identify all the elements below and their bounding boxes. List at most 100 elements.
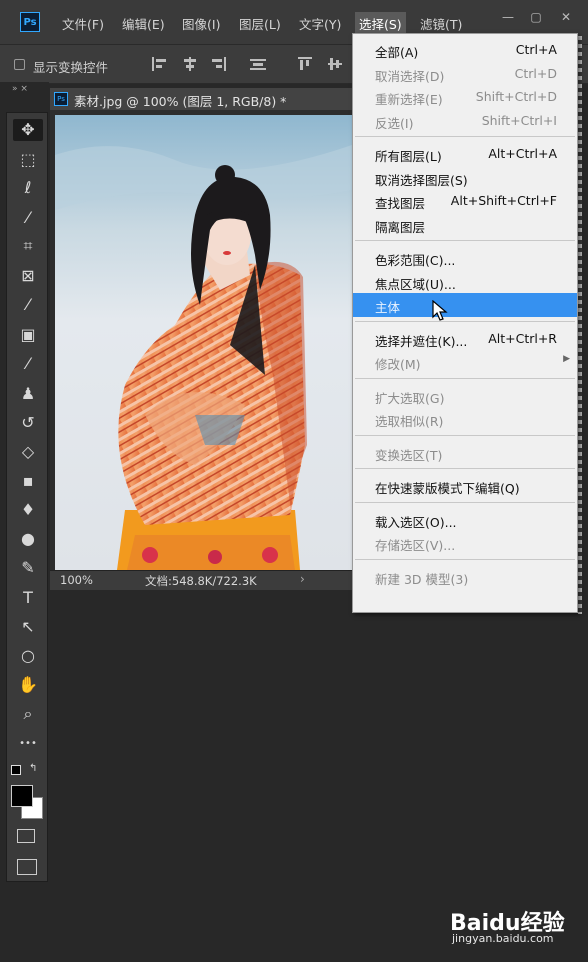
frame-tool-icon[interactable]: ⊠ (13, 265, 43, 287)
pen-tool-icon[interactable]: ✎ (13, 557, 43, 579)
select-menu-item: 变换选区(T) (353, 441, 577, 465)
menu-item-label: 取消选择(D) (375, 68, 445, 84)
menu-item-label: 色彩范围(C)... (375, 253, 456, 268)
menu-item-shortcut: Ctrl+A (515, 42, 557, 57)
select-menu-item[interactable]: 全部(A) Ctrl+A (353, 38, 577, 62)
menu-6[interactable]: 滤镜(T) (420, 14, 462, 33)
select-menu-item[interactable]: 载入选区(O)... (353, 508, 577, 532)
align-right-icon[interactable] (210, 57, 226, 71)
menu-item-shortcut: Shift+Ctrl+I (481, 112, 557, 128)
select-menu-item: 扩大选取(G) (353, 384, 577, 408)
menu-item-label: 修改(M) (375, 357, 421, 372)
menu-item-label: 载入选区(O)... (375, 514, 457, 530)
menu-item-label: 焦点区域(U)... (375, 276, 456, 292)
gradient-tool-icon[interactable]: ▪ (13, 470, 43, 492)
blur-tool-icon[interactable]: ♦ (13, 499, 43, 521)
select-menu-dropdown: 全部(A) Ctrl+A 取消选择(D) Ctrl+D 重新选择(E) Shift+Ctr… (352, 33, 578, 613)
select-menu-item[interactable]: 取消选择图层(S) (353, 166, 577, 190)
photoshop-logo: Ps (20, 12, 40, 32)
dodge-tool-icon[interactable]: ● (13, 528, 43, 550)
zoom-level[interactable]: 100% (60, 573, 93, 587)
menu-3[interactable]: 图层(L) (239, 14, 281, 33)
menu-item-shortcut: Ctrl+D (514, 65, 557, 81)
restore-button[interactable]: ▢ (526, 10, 546, 26)
history-brush-tool-icon[interactable]: ↺ (13, 412, 43, 434)
foreground-color-swatch[interactable] (11, 785, 33, 807)
menu-item-label: 变换选区(T) (375, 447, 443, 463)
swap-colors-icon[interactable]: ↰ (29, 763, 37, 774)
select-menu-item[interactable]: 焦点区域(U)... (353, 270, 577, 294)
show-transform-controls-checkbox[interactable] (14, 59, 25, 70)
menu-separator (355, 136, 575, 137)
close-button[interactable]: ✕ (556, 10, 576, 26)
type-tool-icon[interactable]: T (13, 587, 43, 609)
screen-mode-icon[interactable] (17, 859, 37, 875)
submenu-arrow-icon: ▶ (563, 354, 570, 364)
eraser-tool-icon[interactable]: ◇ (13, 441, 43, 463)
status-bar: 100% 文档:548.8K/722.3K › (50, 570, 352, 590)
align-top-icon[interactable] (298, 57, 314, 71)
default-colors-icon[interactable] (11, 765, 21, 775)
menu-5[interactable]: 选择(S) (355, 12, 406, 35)
align-middle-vertical-icon[interactable] (328, 57, 344, 71)
menu-item-label: 在快速蒙版模式下编辑(Q) (375, 481, 520, 496)
select-menu-item[interactable]: 隔离图层 (353, 213, 577, 237)
menu-item-label: 选择并遮住(K)... (375, 333, 468, 349)
toolbar-collapse-icon[interactable]: » × (12, 84, 28, 94)
hand-tool-icon[interactable]: ✋ (13, 674, 43, 696)
menu-item-label: 全部(A) (375, 45, 419, 60)
brush-tool-icon[interactable]: ⁄ (13, 353, 43, 375)
menu-item-label: 选取相似(R) (375, 414, 444, 429)
eyedropper-tool-icon[interactable]: ⁄ (13, 294, 43, 316)
menu-item-label: 主体 (375, 300, 401, 315)
marquee-tool-icon[interactable]: ⬚ (13, 149, 43, 171)
status-menu-arrow-icon[interactable]: › (300, 572, 305, 586)
menu-item-label: 重新选择(E) (375, 92, 443, 107)
align-left-icon[interactable] (152, 57, 168, 71)
select-menu-item: 存储选区(V)... (353, 531, 577, 555)
menu-item-label: 隔离图层 (375, 219, 426, 235)
menu-separator (355, 434, 575, 436)
magic-wand-tool-icon[interactable]: ⁄ (13, 207, 43, 229)
quick-mask-icon[interactable] (17, 829, 35, 843)
document-image[interactable] (55, 115, 352, 570)
menu-item-shortcut: Alt+Ctrl+A (488, 146, 557, 161)
distribute-icon[interactable] (250, 57, 266, 71)
menu-item-label: 存储选区(V)... (375, 538, 456, 553)
select-menu-item: 取消选择(D) Ctrl+D (353, 62, 577, 86)
ellipse-tool-icon[interactable]: ○ (13, 645, 43, 667)
select-menu-item: 新建 3D 模型(3) (353, 565, 577, 589)
document-tab[interactable]: Ps 素材.jpg @ 100% (图层 1, RGB/8) * (50, 88, 352, 111)
path-selection-tool-icon[interactable]: ↖ (13, 616, 43, 638)
select-menu-item[interactable]: 在快速蒙版模式下编辑(Q) (353, 474, 577, 498)
menu-separator (355, 320, 575, 322)
select-menu-item[interactable]: 选择并遮住(K)... Alt+Ctrl+R (353, 327, 577, 351)
more-tools-icon[interactable]: ••• (13, 733, 43, 755)
healing-brush-tool-icon[interactable]: ▣ (13, 324, 43, 346)
menu-separator (355, 377, 575, 379)
menu-2[interactable]: 图像(I) (182, 14, 220, 33)
minimize-button[interactable]: — (498, 10, 518, 26)
select-menu-item: 选取相似(R) (353, 407, 577, 431)
select-menu-item[interactable]: 色彩范围(C)... (353, 246, 577, 270)
menu-item-shortcut: Alt+Ctrl+R (488, 330, 557, 346)
menu-item-shortcut: Alt+Shift+Ctrl+F (450, 193, 557, 208)
select-menu-item[interactable]: 所有图层(L) Alt+Ctrl+A (353, 142, 577, 166)
menu-item-label: 扩大选取(G) (375, 390, 445, 406)
align-center-horizontal-icon[interactable] (182, 57, 198, 71)
menu-item-label: 查找图层 (375, 196, 426, 211)
menu-separator (355, 240, 575, 241)
select-menu-item[interactable]: 查找图层 Alt+Shift+Ctrl+F (353, 189, 577, 213)
menu-4[interactable]: 文字(Y) (299, 14, 341, 33)
zoom-tool-icon[interactable]: ⌕ (13, 703, 43, 725)
menu-item-shortcut: Shift+Ctrl+D (475, 89, 557, 104)
select-menu-item[interactable]: 主体 (353, 293, 577, 317)
lasso-tool-icon[interactable]: ℓ (13, 177, 43, 199)
stamp-tool-icon[interactable]: ♟ (13, 383, 43, 405)
menu-1[interactable]: 编辑(E) (122, 14, 165, 33)
menu-0[interactable]: 文件(F) (62, 14, 104, 33)
menu-separator (355, 468, 575, 469)
menu-separator (355, 501, 575, 503)
crop-tool-icon[interactable]: ⌗ (13, 235, 43, 257)
move-tool-icon[interactable]: ✥ (13, 119, 43, 141)
